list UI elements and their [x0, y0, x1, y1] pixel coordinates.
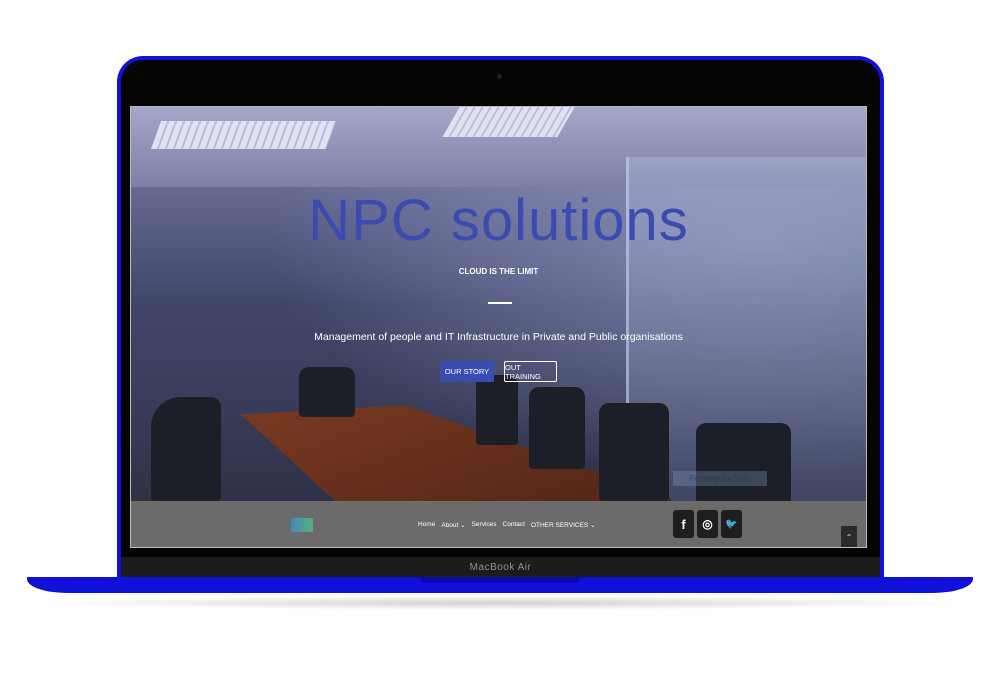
hero-tagline: CLOUD IS THE LIMIT — [458, 267, 539, 276]
ceiling-light — [150, 121, 337, 149]
scroll-to-top-button[interactable]: ⌃ — [841, 526, 857, 547]
chair — [529, 387, 585, 469]
nav-services[interactable]: Services — [472, 521, 497, 529]
laptop-shadow — [30, 596, 970, 610]
nav-contact[interactable]: Contact — [503, 521, 525, 529]
chair — [299, 367, 355, 417]
nav-home[interactable]: Home — [418, 521, 435, 529]
footer-bar: Home About ⌄ Services Contact OTHER SERV… — [131, 501, 866, 547]
chair — [696, 423, 791, 503]
footer-nav: Home About ⌄ Services Contact OTHER SERV… — [418, 521, 596, 529]
out-training-button[interactable]: OUT TRAINING — [504, 361, 557, 382]
camera — [497, 74, 502, 79]
site-logo[interactable] — [291, 518, 313, 532]
facebook-icon[interactable]: f — [673, 510, 694, 538]
instagram-icon[interactable]: ◎ — [697, 510, 718, 538]
hero-description: Management of people and IT Infrastructu… — [314, 331, 683, 343]
laptop-notch — [420, 577, 580, 583]
chair — [476, 375, 518, 445]
our-story-button[interactable]: OUR STORY — [440, 361, 494, 382]
nav-other-services[interactable]: OTHER SERVICES ⌄ — [531, 521, 596, 529]
twitter-icon[interactable]: 🐦 — [721, 510, 742, 538]
chair — [599, 403, 669, 501]
website-screen: NPC solutions CLOUD IS THE LIMIT Managem… — [130, 106, 867, 548]
rectangular-snip-overlay: Rectangular Snip — [673, 471, 767, 486]
chair — [151, 397, 221, 501]
nav-about[interactable]: About ⌄ — [441, 521, 465, 529]
hero-title: NPC solutions — [308, 188, 689, 253]
ceiling-light — [442, 107, 575, 137]
device-label: MacBook Air — [121, 557, 880, 578]
divider — [488, 302, 512, 304]
